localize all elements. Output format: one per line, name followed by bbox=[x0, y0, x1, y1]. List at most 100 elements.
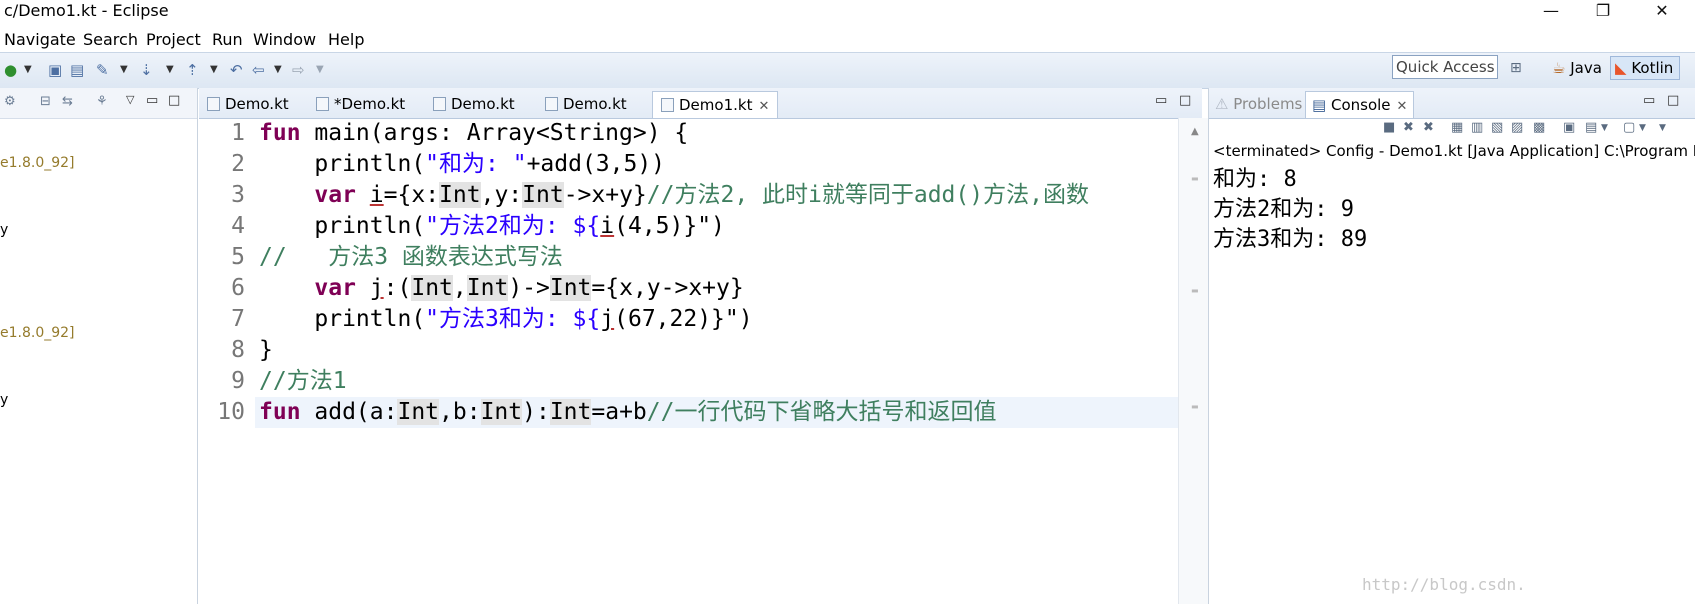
menu-run[interactable]: Run bbox=[212, 28, 243, 52]
previous-annotation-icon[interactable]: ⇡ bbox=[186, 61, 199, 79]
show-on-output-icon[interactable]: ▨ bbox=[1511, 120, 1523, 135]
chevron-down-icon[interactable]: ▼ bbox=[274, 61, 282, 79]
view-menu-icon[interactable]: ⚙ bbox=[4, 94, 16, 109]
code-text: ={x,y->x+y} bbox=[591, 275, 744, 301]
code-line: var j:(Int,Int)->Int={x,y->x+y} bbox=[259, 273, 744, 304]
word-wrap-icon[interactable]: ▧ bbox=[1491, 120, 1503, 135]
kotlin-file-icon bbox=[316, 97, 329, 111]
open-type-icon[interactable]: ▣ bbox=[48, 61, 62, 79]
menu-navigate[interactable]: Navigate bbox=[4, 28, 76, 52]
console-tab-bar: ⚠ Problems ▤ Console ✕ ▭ □ bbox=[1209, 88, 1695, 119]
code-line: } bbox=[259, 337, 273, 363]
minimize-button[interactable]: — bbox=[1528, 0, 1574, 24]
quick-access-input[interactable]: Quick Access bbox=[1392, 55, 1498, 79]
chevron-down-icon[interactable]: ▼ bbox=[1659, 123, 1666, 133]
tool-icon[interactable]: ✎ bbox=[96, 61, 109, 79]
minimize-view-icon[interactable]: ▭ bbox=[1155, 93, 1167, 108]
chevron-down-icon[interactable]: ▼ bbox=[1601, 123, 1608, 133]
chevron-down-icon[interactable]: ▽ bbox=[126, 93, 134, 106]
editor-area: Demo.kt *Demo.kt Demo.kt Demo.kt Demo1.k… bbox=[199, 88, 1371, 604]
display-console-icon[interactable]: ▤ bbox=[1585, 120, 1597, 135]
console-toolbar: ■ ✖ ✖ ▦ ▥ ▧ ▨ ▩ ▣ ▤ ▼ ▢ ▼ ▼ bbox=[1209, 118, 1695, 140]
pin-console-icon[interactable]: ▣ bbox=[1563, 120, 1575, 135]
chevron-down-icon[interactable]: ▼ bbox=[120, 61, 128, 79]
type-name: Int bbox=[411, 275, 453, 301]
chevron-up-icon[interactable]: ▲ bbox=[1191, 126, 1199, 137]
menu-project[interactable]: Project bbox=[146, 28, 201, 52]
show-on-error-icon[interactable]: ▩ bbox=[1533, 120, 1545, 135]
maximize-view-icon[interactable]: □ bbox=[1179, 93, 1191, 108]
overview-ruler[interactable]: ▲ ▬ ▬ ▬ bbox=[1178, 118, 1209, 604]
tab-console[interactable]: ▤ Console ✕ bbox=[1305, 91, 1415, 118]
maximize-view-icon[interactable]: □ bbox=[168, 93, 180, 108]
string-literal: "方法2和为: ${ bbox=[425, 213, 601, 239]
code-editor[interactable]: 1 2 3 4 5 6 7 8 9 10 fun main(args: Arra… bbox=[199, 118, 1371, 604]
chevron-down-icon[interactable]: ▼ bbox=[316, 61, 324, 79]
filter-icon[interactable]: ⚘ bbox=[96, 94, 108, 109]
menu-search[interactable]: Search bbox=[83, 28, 138, 52]
line-number: 10 bbox=[217, 399, 245, 425]
title-bar: c/Demo1.kt - Eclipse — ❐ ✕ bbox=[0, 0, 1695, 28]
close-window-button[interactable]: ✕ bbox=[1639, 0, 1685, 24]
line-number: 8 bbox=[231, 337, 245, 363]
tree-item[interactable]: e1.8.0_92] bbox=[0, 155, 75, 171]
back-icon[interactable]: ⇦ bbox=[252, 61, 265, 79]
last-edit-icon[interactable]: ↶ bbox=[230, 61, 243, 79]
link-editor-icon[interactable]: ⇆ bbox=[62, 94, 73, 109]
tree-item[interactable]: y bbox=[0, 222, 8, 238]
perspective-kotlin[interactable]: ◣ Kotlin bbox=[1610, 56, 1681, 80]
type-name: Int bbox=[549, 399, 592, 425]
editor-tab[interactable]: Demo.kt bbox=[199, 91, 297, 118]
code-line: var i={x:Int,y:Int->x+y}//方法2, 此时i就等同于ad… bbox=[259, 180, 1089, 211]
string-literal: "和为: " bbox=[425, 151, 527, 177]
editor-tab-active[interactable]: Demo1.kt ✕ bbox=[652, 91, 779, 118]
maximize-view-icon[interactable]: □ bbox=[1667, 93, 1679, 108]
open-perspective-icon[interactable]: ⊞ bbox=[1510, 60, 1522, 76]
line-number: 7 bbox=[231, 306, 245, 332]
tree-item[interactable]: y bbox=[0, 392, 8, 408]
chevron-down-icon[interactable]: ▼ bbox=[166, 61, 174, 79]
tab-problems[interactable]: ⚠ Problems bbox=[1209, 91, 1308, 118]
minimize-view-icon[interactable]: ▭ bbox=[1643, 93, 1655, 108]
forward-icon[interactable]: ⇨ bbox=[292, 61, 305, 79]
chevron-down-icon[interactable]: ▼ bbox=[24, 61, 32, 79]
editor-tab[interactable]: Demo.kt bbox=[537, 91, 635, 118]
menu-help[interactable]: Help bbox=[328, 28, 364, 52]
next-annotation-icon[interactable]: ⇣ bbox=[140, 61, 153, 79]
code-line: //方法1 bbox=[259, 366, 347, 397]
code-text: =a+b bbox=[591, 399, 647, 425]
code-text: ,y: bbox=[480, 182, 523, 208]
editor-tab[interactable]: *Demo.kt bbox=[308, 91, 413, 118]
line-number: 2 bbox=[231, 151, 245, 177]
code-text: ): bbox=[522, 399, 550, 425]
new-icon[interactable]: ● bbox=[4, 61, 17, 79]
open-console-icon[interactable]: ▢ bbox=[1623, 120, 1635, 135]
tree-item[interactable]: e1.8.0_92] bbox=[0, 325, 75, 341]
console-panel: ⚠ Problems ▤ Console ✕ ▭ □ ■ ✖ ✖ ▦ ▥ ▧ ▨ … bbox=[1208, 88, 1695, 604]
code-text: )-> bbox=[508, 275, 550, 301]
close-icon[interactable]: ✕ bbox=[1397, 99, 1408, 114]
maximize-button[interactable]: ❐ bbox=[1580, 0, 1626, 24]
editor-tab-label: Demo.kt bbox=[563, 95, 627, 113]
terminate-icon[interactable]: ■ bbox=[1383, 120, 1395, 135]
remove-launch-icon[interactable]: ✖ bbox=[1403, 120, 1414, 135]
scroll-lock-icon[interactable]: ▥ bbox=[1471, 120, 1483, 135]
minimize-view-icon[interactable]: ▭ bbox=[146, 93, 158, 108]
open-folder-icon[interactable]: ▤ bbox=[70, 61, 84, 79]
editor-tab[interactable]: Demo.kt bbox=[425, 91, 523, 118]
chevron-down-icon[interactable]: ▼ bbox=[210, 61, 218, 79]
chevron-down-icon[interactable]: ▼ bbox=[1639, 123, 1646, 133]
package-explorer-panel: ⚙ ⊟ ⇆ ⚘ ▽ ▭ □ e1.8.0_92] y e1.8.0_92] y bbox=[0, 88, 198, 604]
keyword: fun bbox=[259, 120, 301, 146]
code-text: println( bbox=[259, 213, 426, 239]
perspective-java[interactable]: ☕ Java bbox=[1548, 56, 1608, 80]
console-output-line: 方法3和为: 89 bbox=[1213, 227, 1368, 252]
menu-window[interactable]: Window bbox=[253, 28, 316, 52]
code-text: ,b: bbox=[439, 399, 481, 425]
remove-all-icon[interactable]: ✖ bbox=[1423, 120, 1434, 135]
collapse-all-icon[interactable]: ⊟ bbox=[40, 94, 51, 109]
clear-console-icon[interactable]: ▦ bbox=[1451, 120, 1463, 135]
type-name: Int bbox=[439, 182, 481, 208]
close-icon[interactable]: ✕ bbox=[758, 99, 769, 114]
